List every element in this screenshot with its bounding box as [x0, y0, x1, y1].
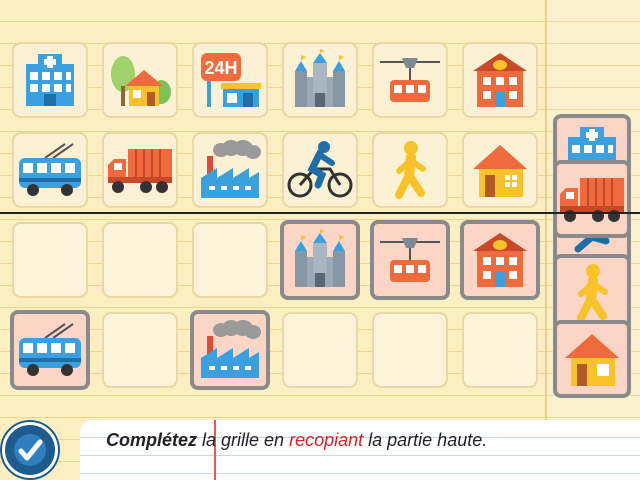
model-tile-cyclist	[282, 132, 358, 208]
model-tile-truck	[102, 132, 178, 208]
model-tile-24h-shop: 24H	[192, 42, 268, 118]
factory-icon	[201, 320, 261, 378]
house-icon	[473, 145, 527, 197]
placed-tile-trolleybus[interactable]	[10, 310, 90, 390]
cyclist-icon	[287, 141, 353, 198]
instruction-panel: Complétez la grille en recopiant la part…	[80, 420, 640, 480]
model-answer-divider	[0, 212, 640, 214]
placed-tile-castle[interactable]	[280, 220, 360, 300]
model-tile-cable-car	[372, 42, 448, 118]
validate-button[interactable]	[2, 422, 58, 478]
drop-slot-r3-c1[interactable]	[12, 222, 88, 298]
drop-slot-r4-c5[interactable]	[372, 312, 448, 388]
cable-car-icon	[380, 238, 440, 282]
puzzle-board: 24H	[0, 0, 545, 420]
post-office-icon	[473, 53, 527, 107]
model-tile-house-tree	[102, 42, 178, 118]
house-icon	[565, 334, 619, 386]
hospital-icon	[26, 54, 74, 106]
truck-icon	[560, 178, 624, 222]
drop-slot-r3-c3[interactable]	[192, 222, 268, 298]
castle-icon	[295, 49, 345, 107]
tray-piece-house[interactable]	[553, 320, 631, 398]
drop-slot-r4-c4[interactable]	[282, 312, 358, 388]
24h-shop-icon: 24H	[201, 53, 261, 107]
instruction-verb: Complétez	[106, 430, 198, 450]
cable-car-icon	[380, 58, 440, 102]
pedestrian-icon	[395, 141, 426, 199]
drop-slot-r3-c2[interactable]	[102, 222, 178, 298]
model-tile-castle	[282, 42, 358, 118]
placed-tile-factory[interactable]	[190, 310, 270, 390]
model-tile-trolleybus	[12, 132, 88, 208]
trolleybus-icon	[19, 143, 81, 196]
post-office-icon	[473, 233, 527, 287]
model-tile-house	[462, 132, 538, 208]
model-tile-post-office	[462, 42, 538, 118]
castle-icon	[295, 229, 345, 287]
tray-piece-truck[interactable]	[553, 160, 631, 238]
trolleybus-icon	[19, 323, 81, 376]
instruction-highlight: recopiant	[289, 430, 364, 450]
checkmark-icon	[14, 434, 46, 466]
truck-icon	[108, 149, 172, 193]
model-tile-hospital	[12, 42, 88, 118]
instruction-text: Complétez la grille en recopiant la part…	[106, 430, 487, 451]
pedestrian-icon	[577, 264, 608, 322]
instruction-part1: la grille en	[197, 430, 290, 450]
drop-slot-r4-c6[interactable]	[462, 312, 538, 388]
drop-slot-r4-c2[interactable]	[102, 312, 178, 388]
model-tile-factory	[192, 132, 268, 208]
placed-tile-post-office[interactable]	[460, 220, 540, 300]
house-with-tree-icon	[111, 56, 171, 106]
placed-tile-cable-car[interactable]	[370, 220, 450, 300]
factory-icon	[201, 140, 261, 198]
model-tile-pedestrian	[372, 132, 448, 208]
instruction-part2: la partie haute.	[363, 430, 488, 450]
sign-text: 24H	[204, 58, 237, 78]
